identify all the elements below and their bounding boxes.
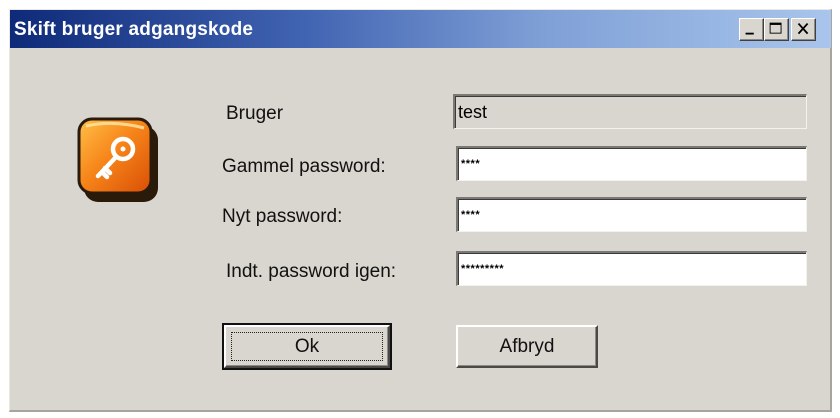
- user-label: Bruger: [226, 103, 284, 124]
- focus-rectangle: [231, 332, 383, 361]
- maximize-button[interactable]: [764, 18, 789, 41]
- repeat-password-field[interactable]: [456, 251, 807, 286]
- repeat-password-label: Indt. password igen:: [226, 261, 397, 282]
- ok-button[interactable]: Ok: [222, 323, 392, 370]
- cancel-button-label: Afbryd: [499, 335, 555, 357]
- old-password-label: Gammel password:: [222, 156, 386, 177]
- window-title: Skift bruger adgangskode: [14, 19, 254, 40]
- user-field: [453, 94, 807, 129]
- key-icon: [77, 117, 158, 202]
- dialog-window: Skift bruger adgangskode Bruger test Gam…: [9, 9, 832, 412]
- close-icon: [797, 22, 809, 35]
- close-button[interactable]: [791, 18, 816, 41]
- new-password-field[interactable]: [456, 197, 807, 232]
- maximize-icon: [769, 22, 782, 34]
- new-password-label: Nyt password:: [222, 206, 343, 227]
- cancel-button[interactable]: Afbryd: [456, 325, 598, 368]
- title-bar[interactable]: Skift bruger adgangskode: [10, 10, 831, 48]
- minimize-button[interactable]: [739, 18, 764, 41]
- minimize-icon: [745, 32, 754, 35]
- old-password-field[interactable]: [456, 146, 807, 181]
